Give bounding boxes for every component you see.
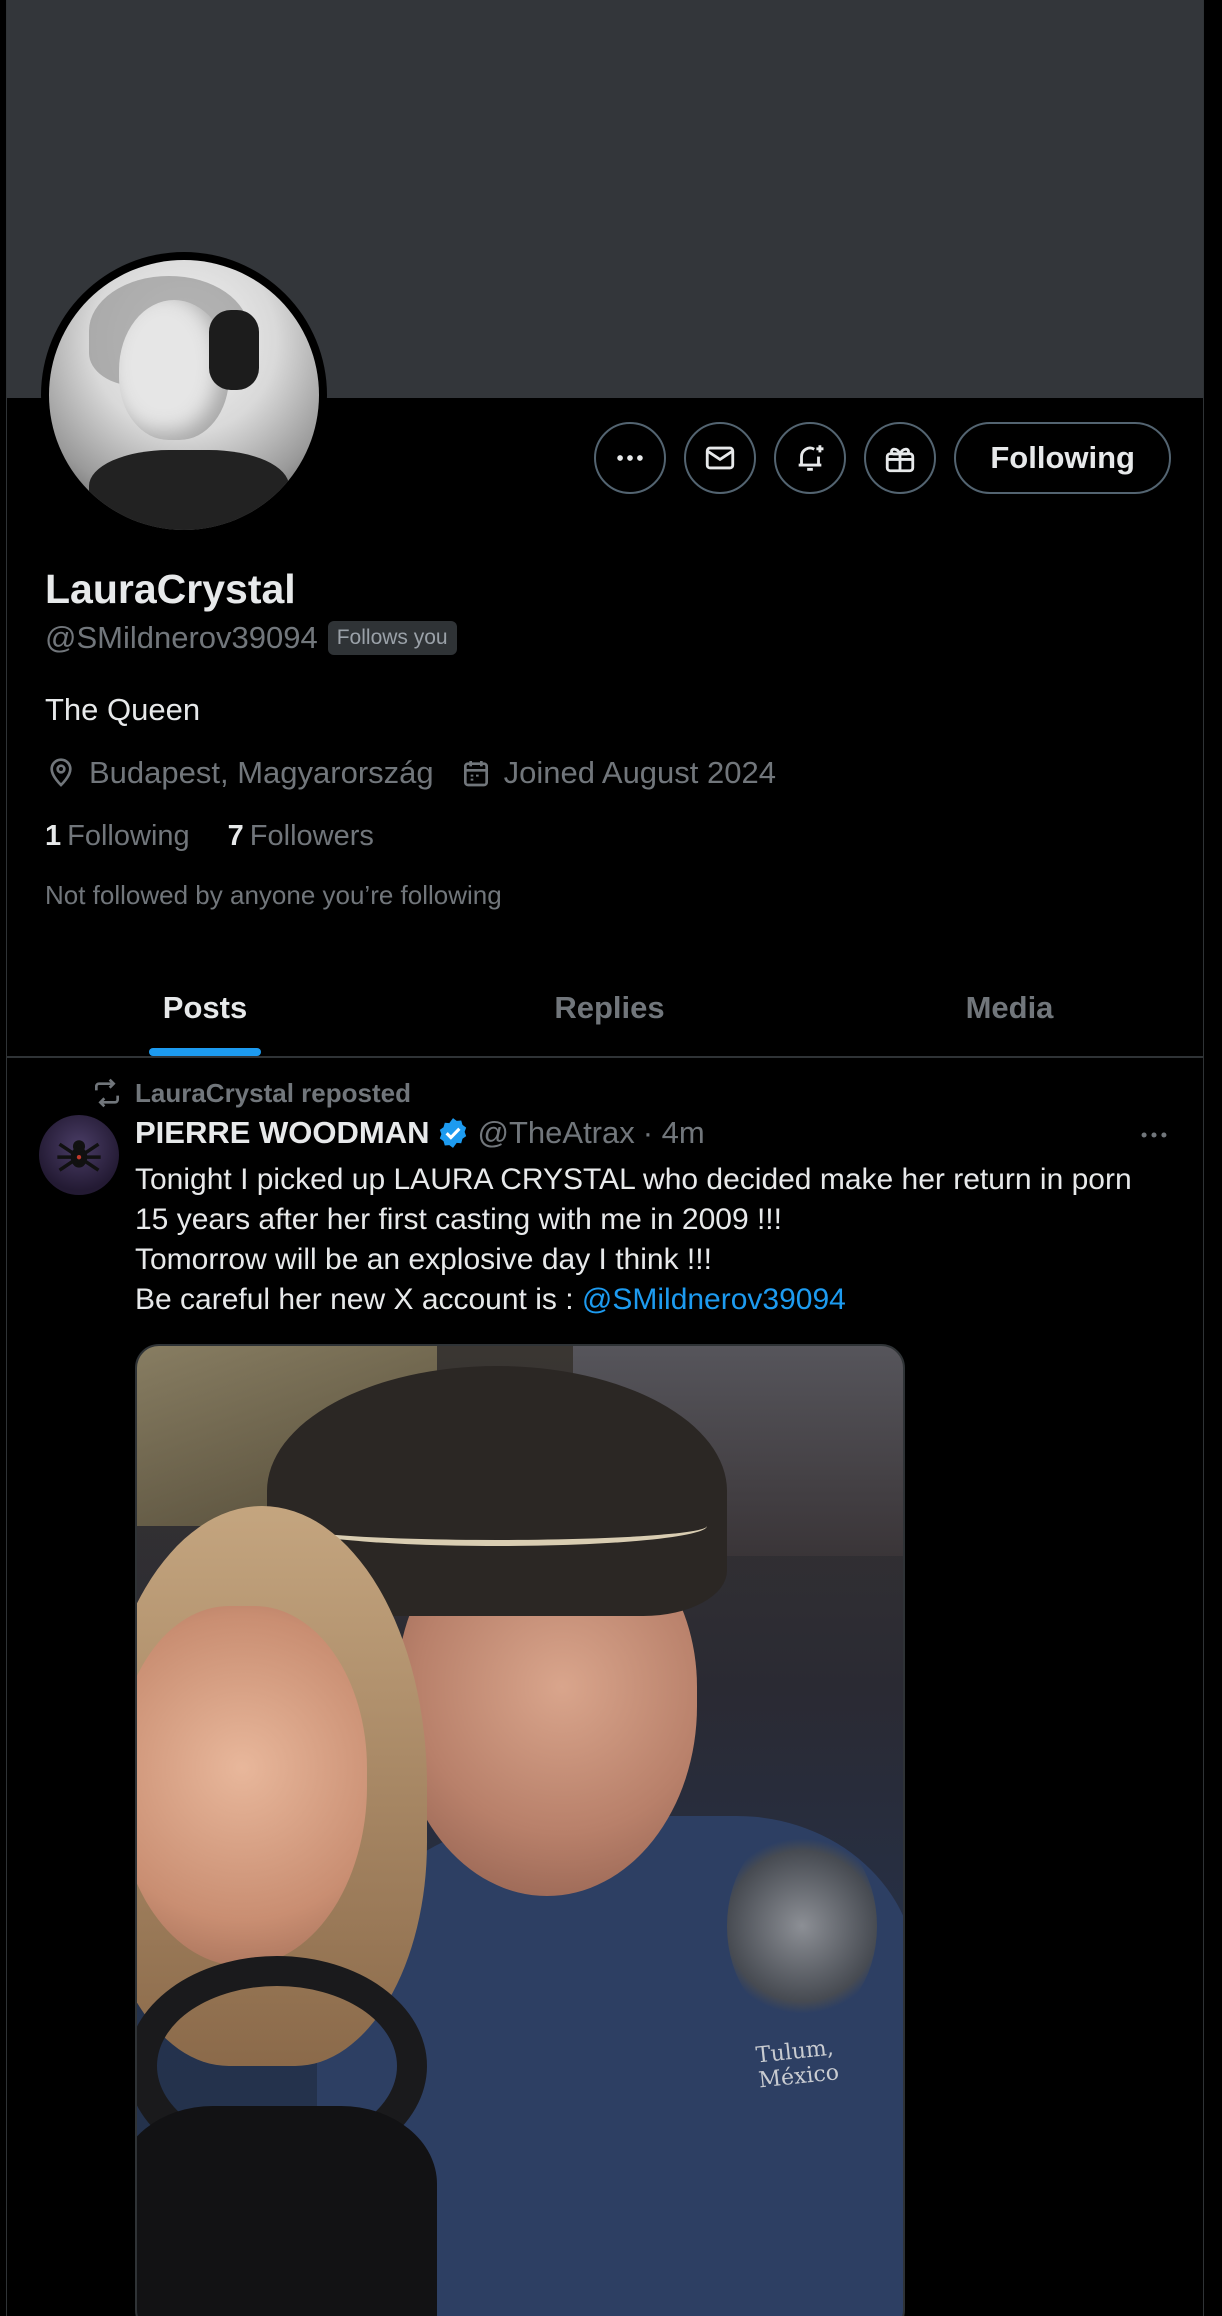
location-text: Budapest, Magyarország <box>89 755 434 790</box>
avatar-photo <box>49 260 319 530</box>
spider-icon <box>57 1140 101 1172</box>
calendar-icon <box>463 761 488 787</box>
not-followed-note: Not followed by anyone you’re following <box>45 880 502 910</box>
handle-row: @SMildnerov39094 Follows you <box>45 620 457 656</box>
message-button[interactable] <box>684 422 757 494</box>
tab-replies-label: Replies <box>554 990 665 1025</box>
tab-replies[interactable]: Replies <box>403 960 816 1056</box>
gift-button[interactable] <box>864 422 937 494</box>
post-text: Tonight I picked up LAURA CRYSTAL who de… <box>135 1160 1175 1320</box>
joined-text: Joined August 2024 <box>503 755 776 790</box>
post-text-prefix: Be careful her new X account is : <box>135 1283 582 1316</box>
tab-media-label: Media <box>965 990 1054 1025</box>
post-author-handle[interactable]: @TheAtrax <box>478 1115 635 1151</box>
post-image[interactable]: Tulum, México <box>135 1344 905 2316</box>
repost-label[interactable]: LauraCrystal reposted <box>135 1078 411 1109</box>
tab-posts-label: Posts <box>162 990 248 1025</box>
post-text-line: Tonight I picked up LAURA CRYSTAL who de… <box>135 1163 1132 1196</box>
followers-count: 7 <box>227 820 244 852</box>
gift-icon <box>886 447 915 473</box>
followers-count-link[interactable]: 7 Followers <box>228 820 374 853</box>
location: Budapest, Magyarország <box>45 755 434 791</box>
profile-handle: @SMildnerov39094 <box>45 620 318 655</box>
post-author-name[interactable]: PIERRE WOODMAN <box>135 1115 430 1151</box>
tab-posts[interactable]: Posts <box>7 960 403 1056</box>
following-button[interactable]: Following <box>954 422 1171 494</box>
message-icon <box>706 446 735 470</box>
verified-badge-icon <box>439 1118 466 1148</box>
follow-counts: 1 Following 7 Followers <box>45 820 374 853</box>
post-mention-link[interactable]: @SMildnerov39094 <box>582 1283 846 1316</box>
profile-avatar[interactable] <box>41 252 327 538</box>
repost-icon <box>95 1078 119 1108</box>
notify-icon <box>799 445 824 471</box>
profile-page: Following LauraCrystal @SMildnerov39094 … <box>6 0 1204 2316</box>
post-time[interactable]: · 4m <box>643 1115 705 1151</box>
profile-bio: The Queen <box>45 692 201 727</box>
notify-button[interactable] <box>774 422 847 494</box>
repost-indicator: LauraCrystal reposted <box>91 1077 411 1109</box>
follows-you-badge: Follows you <box>327 621 457 655</box>
followers-label: Followers <box>249 820 374 852</box>
joined-date: Joined August 2024 <box>460 755 776 791</box>
following-count-link[interactable]: 1 Following <box>45 820 190 853</box>
tab-media[interactable]: Media <box>816 960 1203 1056</box>
profile-meta: Budapest, Magyarország Joined August 202… <box>45 755 802 791</box>
following-count: 1 <box>45 820 62 852</box>
post-text-line: Tomorrow will be an explosive day I thin… <box>135 1243 712 1276</box>
active-tab-indicator <box>149 1048 261 1056</box>
location-pin-icon <box>50 758 72 787</box>
more-button[interactable] <box>594 422 667 494</box>
more-icon <box>617 455 644 461</box>
profile-actions: Following <box>594 422 1171 494</box>
following-label: Following <box>67 820 190 852</box>
post-more-button[interactable] <box>1137 1118 1171 1157</box>
post-author-avatar[interactable] <box>39 1115 119 1195</box>
post-text-line: Be careful her new X account is : @SMild… <box>135 1280 1175 1320</box>
post-text-line: 15 years after her first casting with me… <box>135 1203 782 1236</box>
display-name: LauraCrystal <box>45 566 296 612</box>
profile-tabs: Posts Replies Media <box>7 960 1203 1058</box>
post-header: PIERRE WOODMAN @TheAtrax · 4m <box>135 1115 705 1151</box>
more-icon <box>1141 1132 1167 1138</box>
